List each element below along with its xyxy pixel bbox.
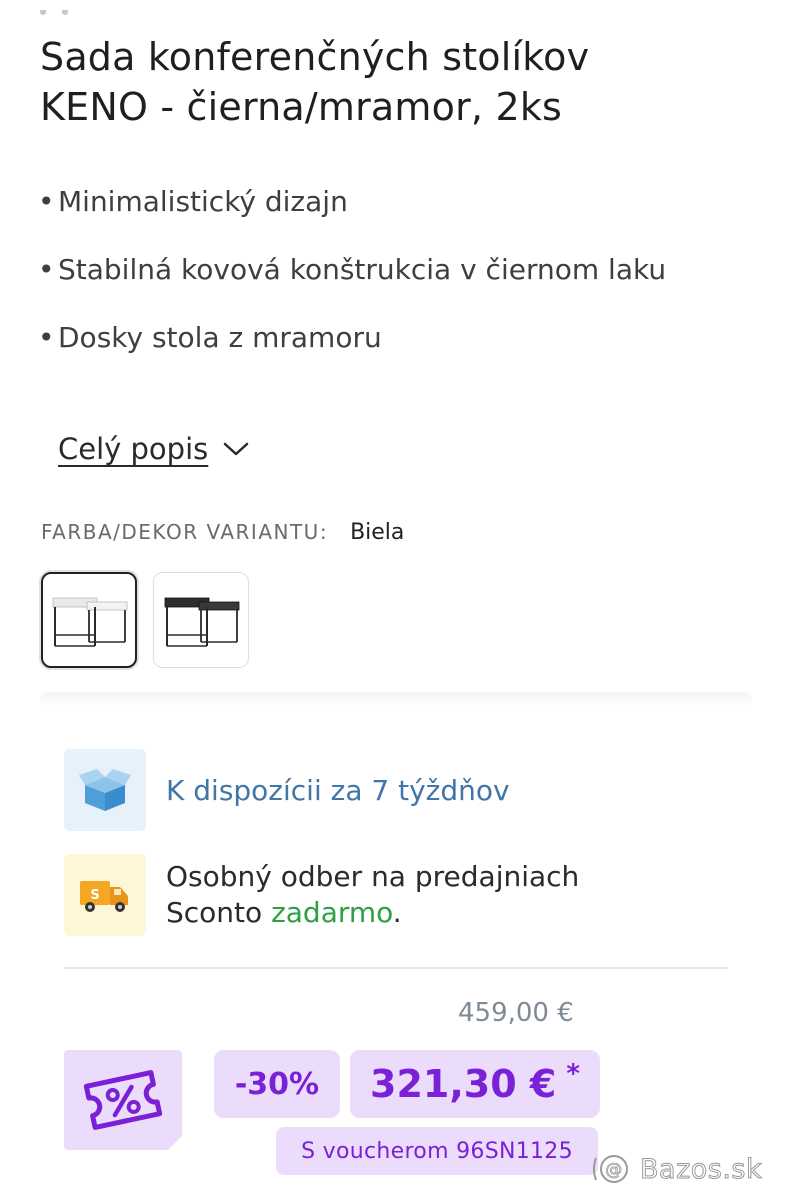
black-table-thumbnail xyxy=(164,597,240,647)
feature-item: • Stabilná kovová konštrukcia v čiernom l… xyxy=(38,244,738,296)
product-title-line2: KENO - čierna/mramor, 2ks xyxy=(40,85,563,129)
availability-icon-box xyxy=(64,749,146,831)
box-icon xyxy=(79,769,131,811)
old-price: 459,00 € xyxy=(458,998,574,1028)
chevron-down-icon xyxy=(224,442,249,456)
bazos-watermark: @ Bazos.sk xyxy=(592,1152,762,1186)
sale-price: 321,30 € * xyxy=(350,1050,600,1118)
pickup-free-highlight: zadarmo xyxy=(271,896,393,929)
voucher-badge xyxy=(64,1050,182,1150)
product-title-line1: Sada konferenčných stolíkov xyxy=(40,35,590,79)
watermark-text: Bazos.sk xyxy=(639,1153,763,1185)
variant-selector-header: FARBA/DEKOR VARIANTU: Biela xyxy=(41,520,404,545)
top-scroll-remnant xyxy=(40,0,100,15)
full-description-link[interactable]: Celý popis xyxy=(58,432,250,466)
pickup-line2-prefix: Sconto xyxy=(166,896,272,929)
delivery-truck-icon: S xyxy=(80,881,128,912)
svg-text:S: S xyxy=(90,888,99,903)
availability-text: K dispozícii za 7 týždňov xyxy=(166,773,510,807)
variant-label: FARBA/DEKOR VARIANTU: xyxy=(41,520,329,544)
pickup-icon-box: S xyxy=(64,854,146,936)
pickup-text: Osobný odber na predajniach Sconto zadar… xyxy=(166,859,579,931)
watermark-logo-icon: @ xyxy=(593,1155,628,1183)
price-asterisk: * xyxy=(566,1059,580,1089)
divider xyxy=(64,967,728,969)
bullet-icon: • xyxy=(38,321,55,354)
variant-swatch-white[interactable] xyxy=(41,572,137,668)
pickup-line1: Osobný odber na predajniach xyxy=(166,860,580,893)
pickup-line2-suffix: . xyxy=(392,896,402,929)
discount-badge: -30% xyxy=(214,1050,340,1118)
bullet-icon: • xyxy=(38,185,55,218)
variant-swatch-black[interactable] xyxy=(153,572,249,668)
pickup-row: S Osobný odber na predajniach Sconto zad… xyxy=(64,854,579,936)
sale-price-value: 321,30 € xyxy=(370,1062,557,1106)
availability-row: K dispozícii za 7 týždňov xyxy=(64,749,510,831)
svg-text:@: @ xyxy=(605,1160,623,1180)
feature-item: • Minimalistický dizajn xyxy=(38,176,738,228)
bullet-icon: • xyxy=(38,253,55,286)
white-table-thumbnail xyxy=(52,597,128,647)
feature-list: • Minimalistický dizajn • Stabilná kovová … xyxy=(38,176,738,380)
percent-ticket-icon xyxy=(83,1070,163,1130)
full-description-label[interactable]: Celý popis xyxy=(58,432,208,466)
voucher-code[interactable]: S voucherom 96SN1125 xyxy=(276,1127,598,1175)
variant-value: Biela xyxy=(350,520,405,545)
feature-item: • Dosky stola z mramoru xyxy=(38,312,738,364)
card-top-edge xyxy=(40,692,752,706)
product-title: Sada konferenčných stolíkov KENO - čiern… xyxy=(40,32,760,132)
